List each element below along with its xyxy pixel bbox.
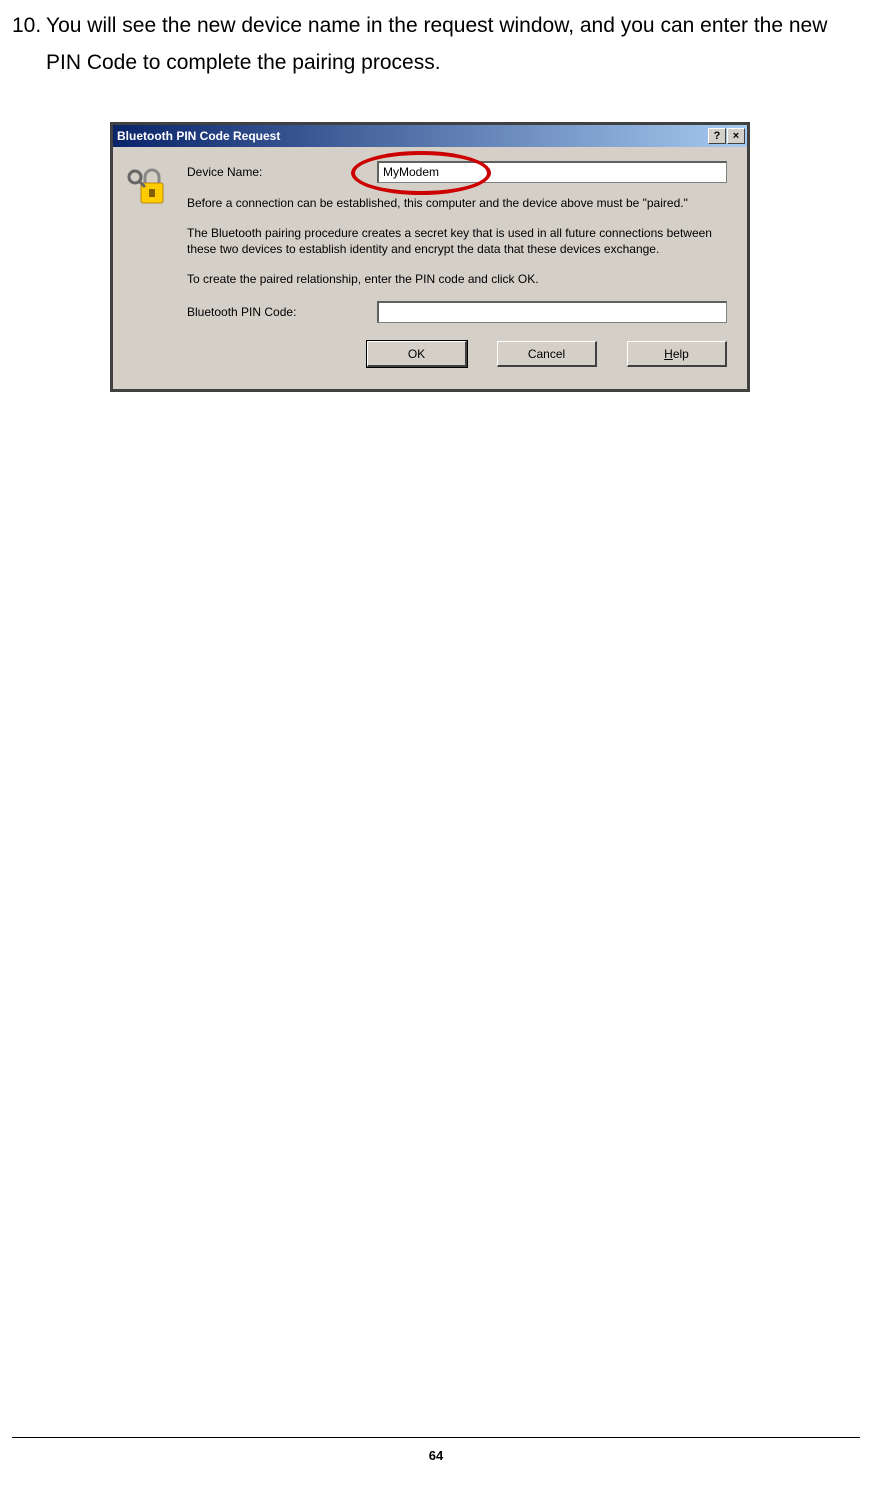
titlebar-help-button[interactable]: ? (708, 128, 726, 144)
pin-code-input[interactable] (377, 301, 727, 323)
step-text: You will see the new device name in the … (46, 8, 860, 82)
page-number: 64 (429, 1448, 443, 1463)
device-name-label: Device Name: (187, 165, 377, 179)
dialog-title: Bluetooth PIN Code Request (117, 129, 708, 143)
dialog-paragraph-1: Before a connection can be established, … (187, 195, 727, 211)
pin-request-dialog: Bluetooth PIN Code Request ? × (110, 122, 750, 393)
instruction-step: 10. You will see the new device name in … (12, 8, 860, 82)
device-name-value: MyModem (383, 165, 439, 179)
help-button-label: Help (664, 347, 689, 361)
dialog-titlebar: Bluetooth PIN Code Request ? × (113, 125, 747, 147)
titlebar-close-button[interactable]: × (727, 128, 745, 144)
key-lock-icon (127, 165, 169, 207)
dialog-paragraph-2: The Bluetooth pairing procedure creates … (187, 225, 727, 257)
ok-button[interactable]: OK (367, 341, 467, 367)
device-name-field: MyModem (377, 161, 727, 183)
help-button[interactable]: Help (627, 341, 727, 367)
pin-code-label: Bluetooth PIN Code: (187, 305, 377, 319)
page-footer: 64 (12, 1437, 860, 1463)
dialog-paragraph-3: To create the paired relationship, enter… (187, 271, 727, 287)
cancel-button[interactable]: Cancel (497, 341, 597, 367)
step-number: 10. (12, 8, 46, 82)
